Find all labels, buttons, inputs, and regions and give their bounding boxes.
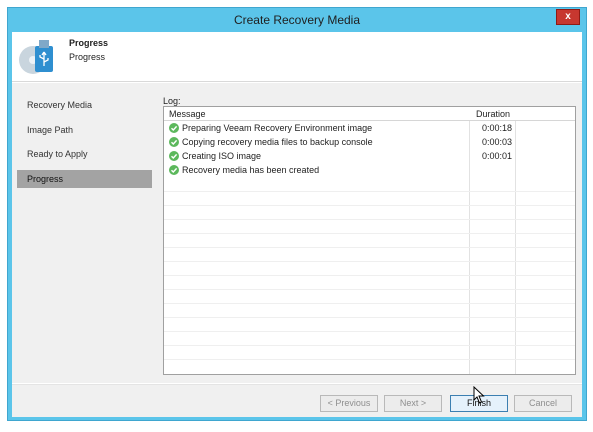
page-title: Progress xyxy=(69,38,109,48)
log-row[interactable]: Copying recovery media files to backup c… xyxy=(164,135,575,149)
row-divider xyxy=(164,317,575,318)
log-message: Creating ISO image xyxy=(182,151,262,161)
log-message: Preparing Veeam Recovery Environment ima… xyxy=(182,123,373,133)
success-check-icon xyxy=(169,123,179,133)
log-row[interactable]: Creating ISO image 0:00:01 xyxy=(164,149,575,163)
log-list[interactable]: Message Duration Preparing Veeam Recover… xyxy=(163,106,576,375)
page-subtitle: Progress xyxy=(69,52,106,62)
row-divider xyxy=(164,247,575,248)
row-divider xyxy=(164,303,575,304)
log-duration: 0:00:18 xyxy=(482,123,513,133)
log-duration: 0:00:03 xyxy=(482,137,513,147)
log-duration: 0:00:01 xyxy=(482,151,513,161)
progress-panel: Log: Message Duration Preparing Veeam Re… xyxy=(156,83,582,383)
row-divider xyxy=(164,205,575,206)
mouse-pointer-icon xyxy=(473,386,485,404)
row-divider xyxy=(164,275,575,276)
row-divider xyxy=(164,345,575,346)
usb-media-icon xyxy=(19,40,53,74)
row-divider xyxy=(164,289,575,290)
duration-column-header[interactable]: Duration xyxy=(476,109,510,119)
success-check-icon xyxy=(169,165,179,175)
step-recovery-media[interactable]: Recovery Media xyxy=(17,96,152,114)
previous-button[interactable]: < Previous xyxy=(320,395,378,412)
row-divider xyxy=(164,331,575,332)
row-divider xyxy=(164,359,575,360)
row-divider xyxy=(164,261,575,262)
window-title: Create Recovery Media xyxy=(233,13,361,27)
success-check-icon xyxy=(169,151,179,161)
create-recovery-media-window: Create Recovery Media x Progress Progres… xyxy=(7,7,587,421)
wizard-steps: Recovery Media Image Path Ready to Apply… xyxy=(12,83,156,383)
log-row[interactable]: Preparing Veeam Recovery Environment ima… xyxy=(164,121,575,135)
log-label: Log: xyxy=(163,96,181,106)
cancel-button[interactable]: Cancel xyxy=(514,395,572,412)
close-icon: x xyxy=(565,11,571,22)
wizard-header: Progress Progress xyxy=(12,32,582,82)
close-button[interactable]: x xyxy=(556,9,580,25)
message-column-header[interactable]: Message xyxy=(169,109,206,119)
step-ready-to-apply[interactable]: Ready to Apply xyxy=(17,145,152,163)
next-button[interactable]: Next > xyxy=(384,395,442,412)
log-row[interactable]: Recovery media has been created xyxy=(164,163,575,177)
step-progress[interactable]: Progress xyxy=(17,170,152,188)
success-check-icon xyxy=(169,137,179,147)
step-image-path[interactable]: Image Path xyxy=(17,121,152,139)
log-message: Copying recovery media files to backup c… xyxy=(182,137,373,147)
log-message: Recovery media has been created xyxy=(182,165,320,175)
row-divider xyxy=(164,233,575,234)
log-header: Message Duration xyxy=(164,107,575,121)
row-divider xyxy=(164,219,575,220)
wizard-client-area: Progress Progress Recovery Media Image P… xyxy=(12,32,582,417)
row-divider xyxy=(164,191,575,192)
wizard-footer: < Previous Next > Finish Cancel xyxy=(12,384,582,417)
